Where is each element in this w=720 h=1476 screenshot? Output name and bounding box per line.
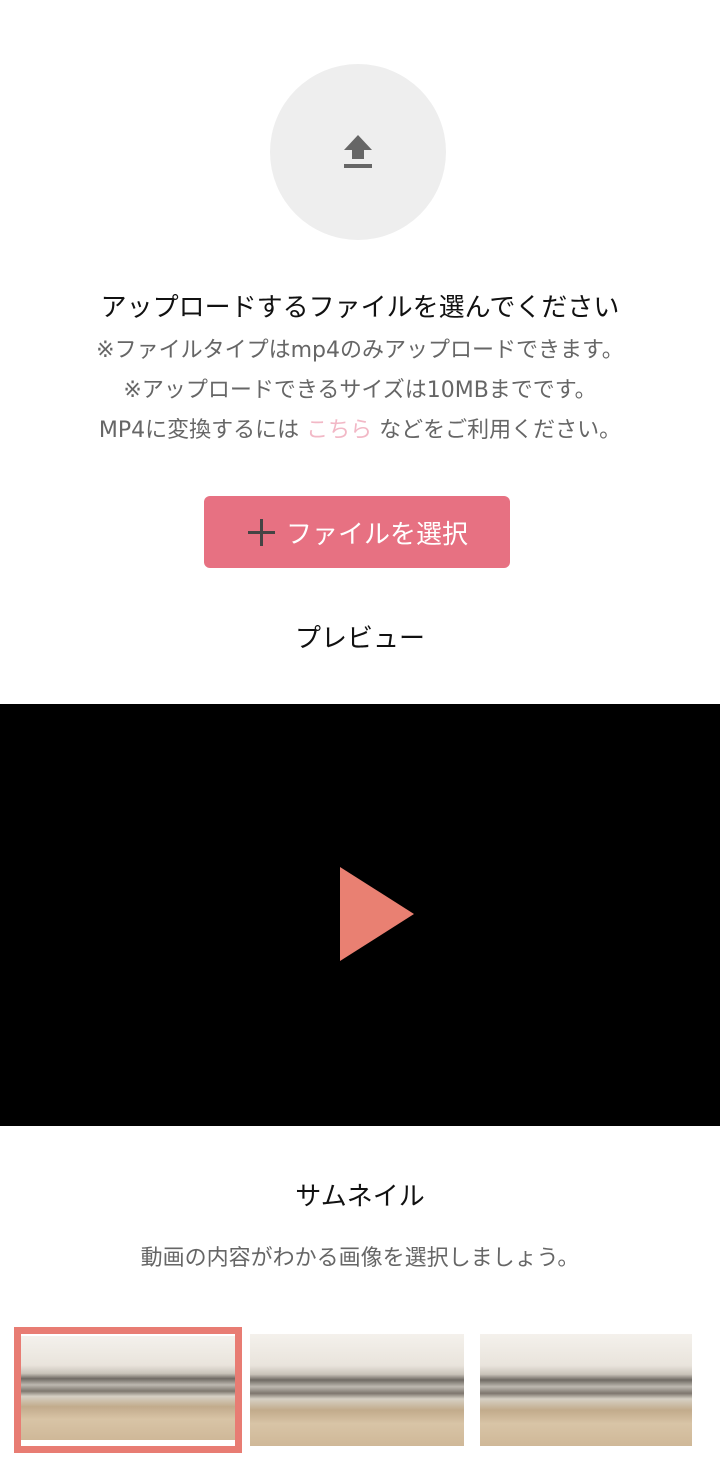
preview-title: プレビュー: [294, 624, 425, 654]
thumbnail-option-2[interactable]: [250, 1334, 464, 1446]
plus-icon: [246, 517, 276, 547]
file-type-note: ※ファイルタイプはmp4のみアップロードできます。: [96, 338, 624, 363]
play-icon[interactable]: [340, 867, 414, 961]
thumbnail-description: 動画の内容がわかる画像を選択しましょう。: [140, 1246, 580, 1271]
convert-note-after: などをご利用ください。: [379, 418, 622, 443]
select-file-label: ファイルを選択: [285, 519, 468, 550]
convert-note: MP4に変換するには こちら などをご利用ください。: [0, 411, 720, 451]
upload-button[interactable]: [270, 64, 446, 240]
upload-page: アップロードするファイルを選んでください ※ファイルタイプはmp4のみアップロー…: [0, 0, 720, 1476]
thumbnail-image: [480, 1334, 692, 1446]
file-size-note: ※アップロードできるサイズは10MBまでです。: [123, 378, 597, 403]
upload-title: アップロードするファイルを選んでください: [100, 293, 620, 323]
upload-icon: [344, 135, 372, 168]
convert-link[interactable]: こちら: [306, 418, 372, 443]
convert-note-before: MP4に変換するには: [98, 418, 300, 443]
thumbnail-option-3[interactable]: [480, 1334, 692, 1446]
select-file-button[interactable]: ファイルを選択: [204, 496, 510, 568]
thumbnail-image: [21, 1336, 235, 1440]
thumbnail-image: [250, 1334, 464, 1446]
thumbnail-title: サムネイル: [295, 1182, 425, 1212]
upload-notes: ※ファイルタイプはmp4のみアップロードできます。 ※アップロードできるサイズは…: [0, 331, 720, 451]
thumbnail-option-1[interactable]: [21, 1336, 235, 1440]
